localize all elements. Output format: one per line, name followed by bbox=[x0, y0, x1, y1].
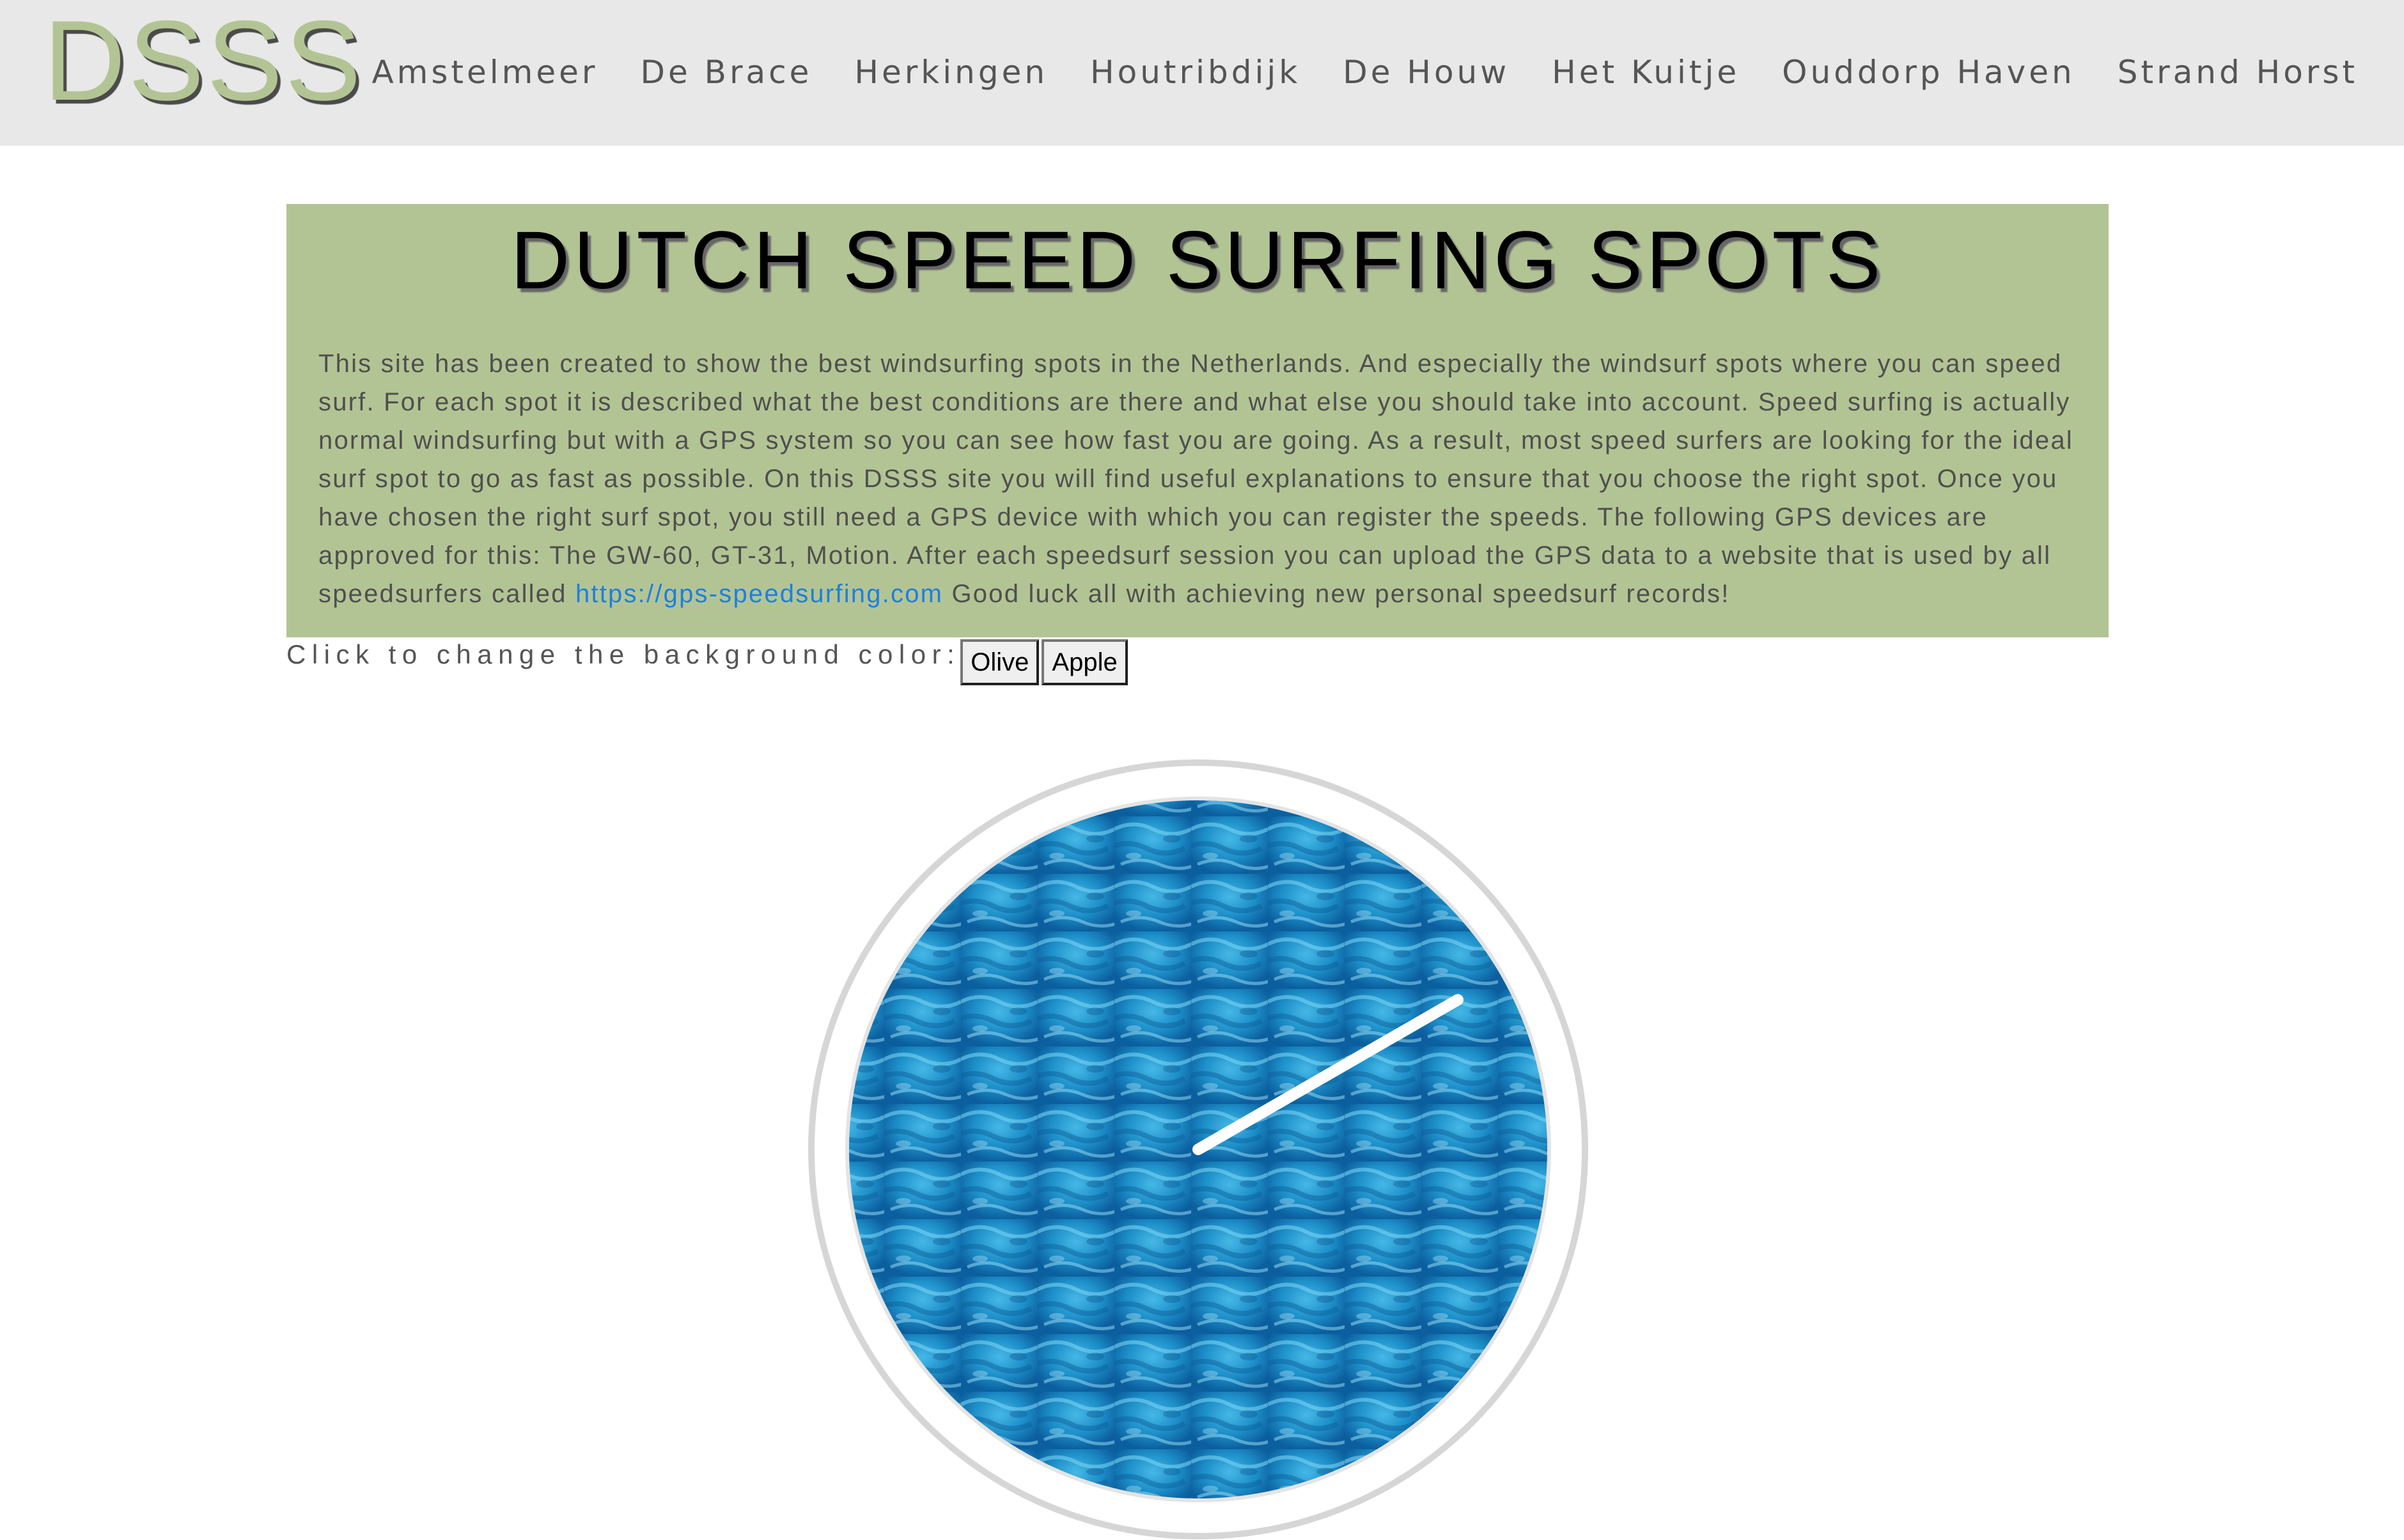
intro-text-after-link: Good luck all with achieving new persona… bbox=[943, 580, 1730, 608]
olive-button[interactable]: Olive bbox=[960, 639, 1040, 685]
site-logo[interactable]: DSSS bbox=[43, 0, 364, 121]
site-header: DSSS Amstelmeer De Brace Herkingen Houtr… bbox=[0, 0, 2404, 146]
background-color-control: Click to change the background color: Ol… bbox=[286, 638, 1128, 685]
intro-paragraph: This site has been created to show the b… bbox=[318, 345, 2083, 613]
nav-item-strand-horst[interactable]: Strand Horst bbox=[2118, 50, 2358, 95]
water-clock-face bbox=[808, 759, 1588, 1539]
gps-speedsurfing-link[interactable]: https://gps-speedsurfing.com bbox=[575, 580, 943, 608]
nav-item-ouddorp-haven[interactable]: Ouddorp Haven bbox=[1782, 50, 2075, 95]
intro-section: DUTCH SPEED SURFING SPOTS This site has … bbox=[286, 204, 2109, 637]
main-nav: Amstelmeer De Brace Herkingen Houtribdij… bbox=[329, 50, 2358, 95]
nav-item-houtribdijk[interactable]: Houtribdijk bbox=[1090, 50, 1300, 95]
nav-item-amstelmeer[interactable]: Amstelmeer bbox=[371, 50, 598, 95]
apple-button[interactable]: Apple bbox=[1042, 639, 1128, 685]
background-color-label: Click to change the background color: bbox=[286, 639, 961, 669]
intro-text-before-link: This site has been created to show the b… bbox=[318, 350, 2073, 608]
nav-item-de-brace[interactable]: De Brace bbox=[640, 50, 812, 95]
water-clock bbox=[808, 759, 1589, 1540]
nav-item-herkingen[interactable]: Herkingen bbox=[854, 50, 1048, 95]
page-title: DUTCH SPEED SURFING SPOTS bbox=[510, 215, 1885, 306]
nav-item-het-kuitje[interactable]: Het Kuitje bbox=[1552, 50, 1740, 95]
nav-item-de-houw[interactable]: De Houw bbox=[1343, 50, 1510, 95]
